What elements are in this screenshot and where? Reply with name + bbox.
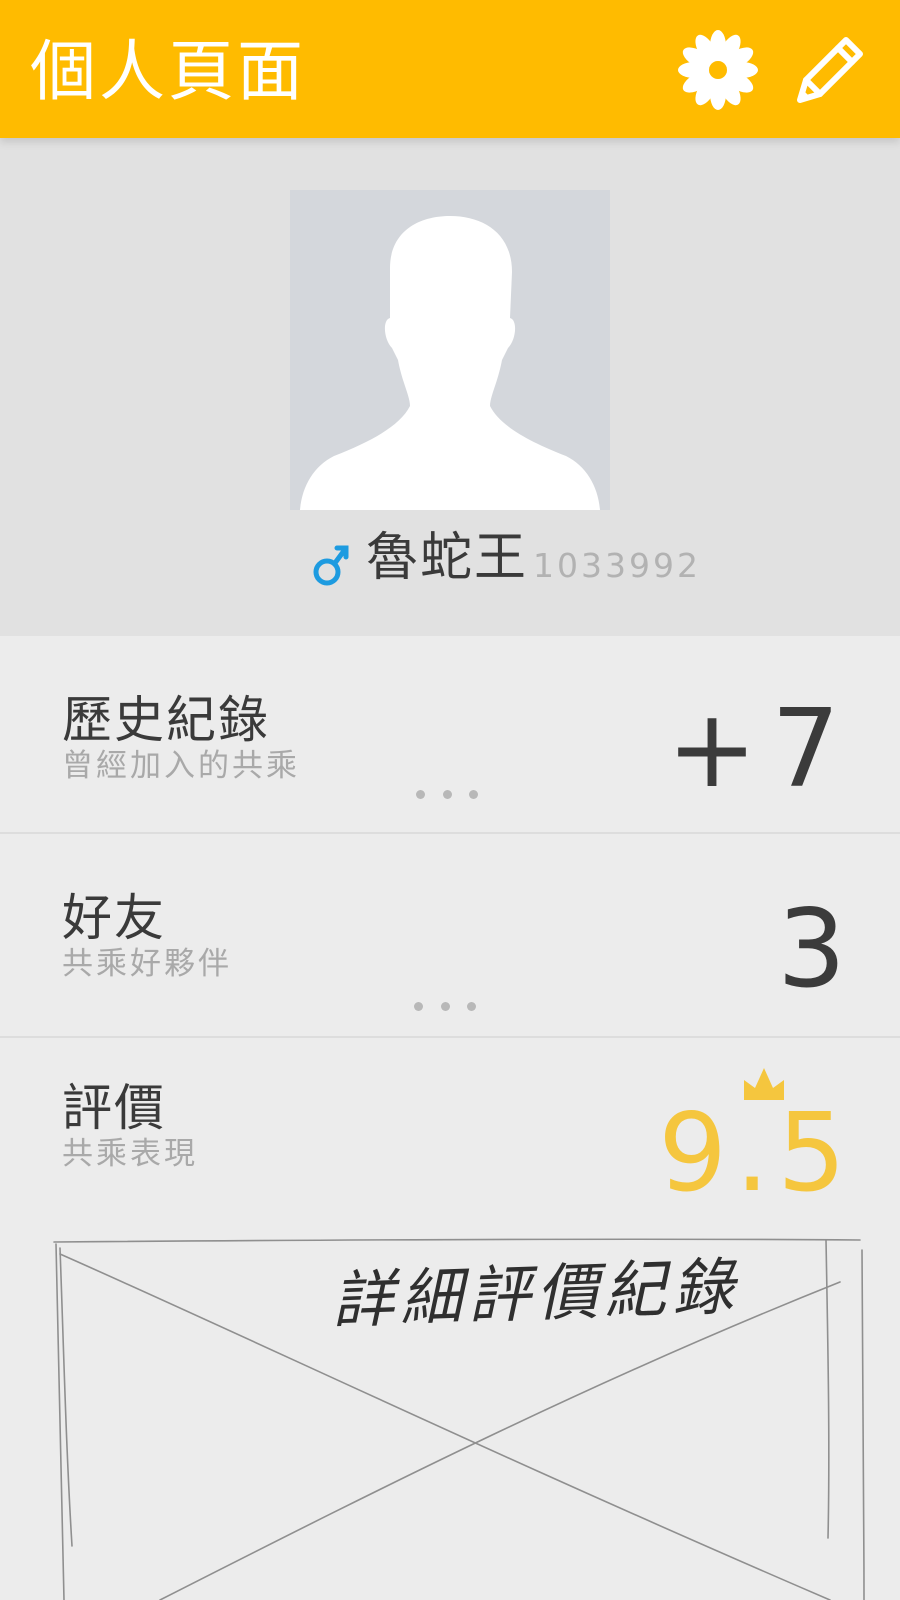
friends-row[interactable]: 好友 共乘好夥伴 3	[0, 834, 900, 1036]
page-title: 個人頁面	[30, 33, 306, 110]
rating-subtitle: 共乘表現	[62, 1136, 198, 1172]
app-bar: 個人頁面	[0, 0, 900, 138]
history-count: +7	[666, 687, 854, 812]
user-id: 1033992	[533, 546, 701, 585]
history-title: 歷史紀錄	[62, 691, 270, 749]
more-dots-icon[interactable]	[416, 782, 478, 806]
friends-subtitle: 共乘好夥伴	[62, 946, 232, 982]
settings-button[interactable]	[670, 22, 766, 118]
more-dots-icon[interactable]	[414, 994, 476, 1018]
pencil-icon	[797, 37, 863, 103]
default-avatar-icon	[300, 216, 600, 510]
name-row: 魯蛇王 1033992	[0, 520, 900, 600]
rating-score: 9.5	[658, 1091, 854, 1216]
friends-title: 好友	[62, 889, 166, 947]
rating-title: 評價	[62, 1079, 166, 1137]
user-name: 魯蛇王	[366, 528, 529, 588]
male-symbol-icon	[313, 545, 349, 586]
friends-count: 3	[777, 887, 846, 1012]
history-row[interactable]: 歷史紀錄 曾經加入的共乘 +7	[0, 636, 900, 832]
history-subtitle: 曾經加入的共乘	[62, 748, 300, 784]
gear-icon	[678, 30, 758, 110]
rating-detail-placeholder[interactable]: 詳細評價紀錄	[0, 1228, 900, 1600]
edit-button[interactable]	[780, 22, 876, 118]
sketch-caption: 詳細評價紀錄	[330, 1249, 742, 1338]
profile-page: 個人頁面 魯蛇王 1033992 歷史紀錄 曾經加入的共乘 +7 好友 共乘好夥…	[0, 0, 900, 1600]
rating-row[interactable]: 評價 共乘表現 9.5	[0, 1038, 900, 1228]
profile-header: 魯蛇王 1033992	[0, 138, 900, 636]
avatar[interactable]	[290, 190, 610, 510]
